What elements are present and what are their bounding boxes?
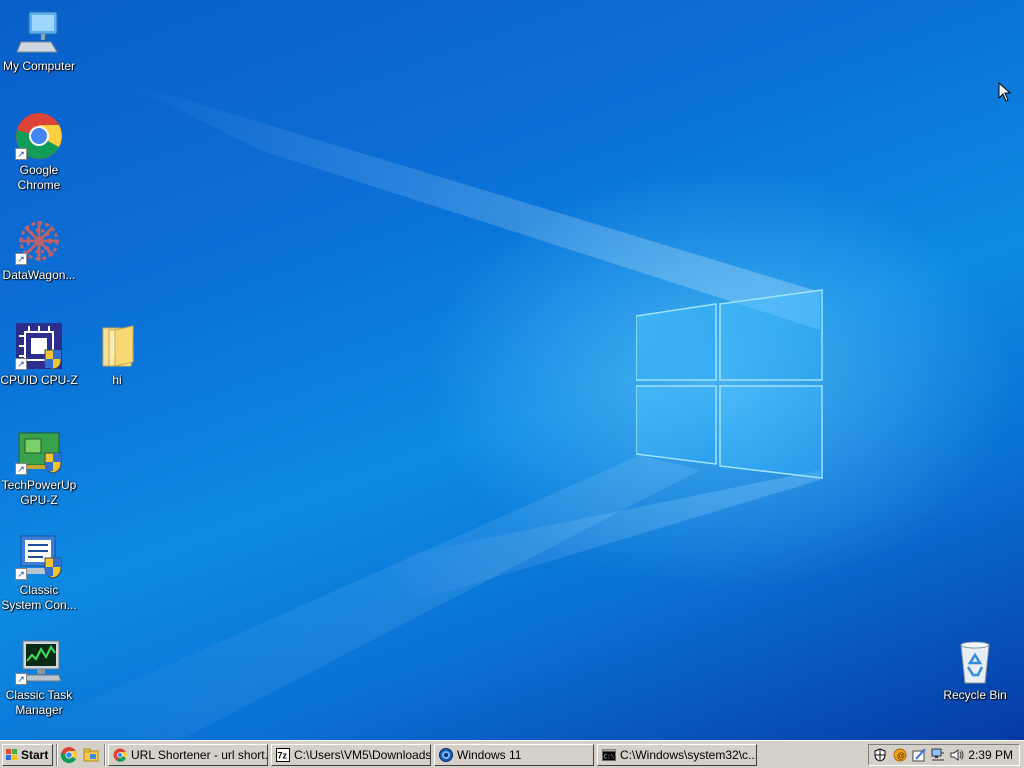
desktop-icon-cpuid-cpu-z[interactable]: ↗ CPUID CPU-Z <box>0 322 78 388</box>
cmd-icon: C:\ <box>602 749 616 761</box>
7zip-icon: 7z <box>276 748 290 762</box>
start-button[interactable]: Start <box>2 744 53 766</box>
desktop-icon-label: TechPowerUp GPU-Z <box>1 478 77 507</box>
desktop-icon-label: My Computer <box>2 59 76 73</box>
desktop-icon-google-chrome[interactable]: ↗ Google Chrome <box>0 112 78 193</box>
clock[interactable]: 2:39 PM <box>968 745 1013 765</box>
taskbar-button-label: C:\Users\VM5\Downloads... <box>294 748 431 762</box>
desktop-icon-label: Classic System Con... <box>1 583 77 612</box>
desktop-icon-classic-task-manager[interactable]: ↗ Classic Task Manager <box>0 637 78 718</box>
cpu-z-icon: ↗ <box>15 322 63 370</box>
chrome-icon <box>113 748 127 762</box>
system-tray: @ 2:39 PM <box>868 744 1020 766</box>
svg-text:@: @ <box>897 752 905 761</box>
desktop-icon-datawagon[interactable]: ↗ DataWagon... <box>0 217 78 283</box>
shortcut-arrow-icon: ↗ <box>15 463 27 475</box>
mouse-cursor-icon <box>998 82 1012 102</box>
taskbar: Start URL Shortener - url short... 7z C:… <box>0 740 1024 768</box>
desktop-icon-label: DataWagon... <box>2 268 76 282</box>
desktop-icon-label: hi <box>112 373 122 387</box>
datawagon-icon: ↗ <box>15 217 63 265</box>
shortcut-arrow-icon: ↗ <box>15 673 27 685</box>
quicklaunch-chrome-icon[interactable] <box>60 746 78 764</box>
taskbar-button-label: Windows 11 <box>457 748 522 762</box>
taskbar-separator <box>104 744 106 766</box>
shortcut-arrow-icon: ↗ <box>15 568 27 580</box>
taskbar-separator <box>56 744 58 766</box>
desktop-icon-label: Google Chrome <box>17 163 61 192</box>
shortcut-arrow-icon: ↗ <box>15 358 27 370</box>
svg-text:7z: 7z <box>278 751 288 761</box>
network-icon[interactable] <box>931 748 945 762</box>
desktop-icon-label: CPUID CPU-Z <box>0 373 78 387</box>
desktop-icon-classic-system-config[interactable]: ↗ Classic System Con... <box>0 532 78 613</box>
windows-logo <box>636 289 823 479</box>
shortcut-arrow-icon: ↗ <box>15 253 27 265</box>
quicklaunch-explorer-icon[interactable] <box>82 746 100 764</box>
desktop-icon-techpowerup-gpu-z[interactable]: ↗ TechPowerUp GPU-Z <box>0 427 78 508</box>
taskbar-button-windows-11[interactable]: Windows 11 <box>434 744 594 766</box>
pen-settings-icon[interactable] <box>912 748 926 762</box>
taskbar-button-url-shortener[interactable]: URL Shortener - url short... <box>108 744 268 766</box>
desktop[interactable]: My Computer ↗ Google Chrome ↗ DataWagon.… <box>0 0 1024 740</box>
start-label: Start <box>21 748 49 762</box>
svg-text:C:\: C:\ <box>604 754 615 761</box>
taskbar-button-cmd[interactable]: C:\ C:\Windows\system32\c... <box>597 744 757 766</box>
computer-icon <box>15 8 63 56</box>
notification-badge-icon[interactable]: @ <box>893 748 907 762</box>
folder-icon <box>93 322 141 370</box>
shortcut-arrow-icon: ↗ <box>15 148 27 160</box>
security-shield-icon[interactable] <box>873 748 887 762</box>
desktop-icon-recycle-bin[interactable]: Recycle Bin <box>936 637 1014 703</box>
desktop-icon-label: Recycle Bin <box>943 688 1007 702</box>
desktop-icon-my-computer[interactable]: My Computer <box>0 8 78 74</box>
system-config-icon: ↗ <box>15 532 63 580</box>
desktop-icon-hi-folder[interactable]: hi <box>78 322 156 388</box>
taskbar-button-label: URL Shortener - url short... <box>131 748 268 762</box>
volume-icon[interactable] <box>950 748 964 762</box>
desktop-icon-label: Classic Task Manager <box>5 688 73 717</box>
taskbar-button-label: C:\Windows\system32\c... <box>620 748 757 762</box>
chrome-icon: ↗ <box>15 112 63 160</box>
taskbar-button-downloads-folder[interactable]: 7z C:\Users\VM5\Downloads... <box>271 744 431 766</box>
recycle-bin-icon <box>951 637 999 685</box>
task-manager-icon: ↗ <box>15 637 63 685</box>
windows-setup-icon <box>439 748 453 762</box>
windows-flag-icon <box>6 749 17 760</box>
gpu-z-icon: ↗ <box>15 427 63 475</box>
